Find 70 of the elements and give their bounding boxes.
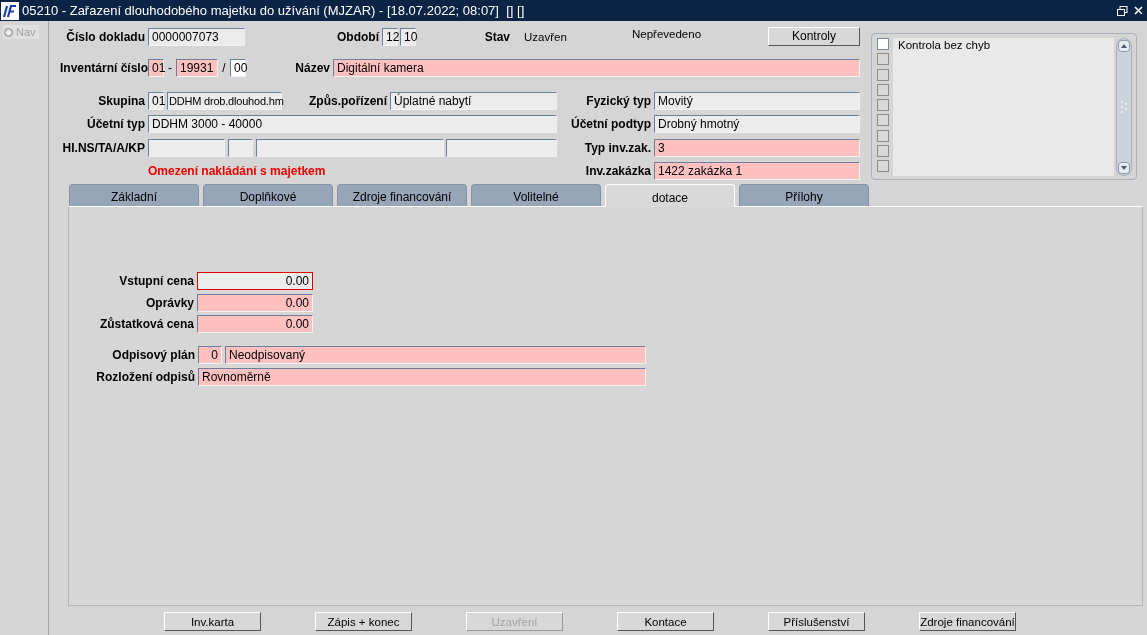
input-field[interactable]: 01 [148, 59, 164, 77]
field-label: Účetní podtyp [570, 117, 652, 131]
input-field[interactable]: 10 [400, 28, 416, 46]
tab[interactable]: Zdroje financování [337, 184, 467, 206]
input-field[interactable]: 0000007073 [148, 28, 245, 46]
input-field[interactable]: Rovnoměrně [198, 367, 646, 386]
field-label: Zůstatková cena [98, 317, 195, 331]
input-field[interactable] [256, 139, 444, 157]
grip-icon[interactable] [1120, 100, 1128, 114]
input-field[interactable]: 0 [198, 346, 222, 364]
check-label: Kontrola bez chyb [898, 39, 991, 51]
input-field[interactable]: Digitální kamera [333, 59, 860, 77]
input-field[interactable]: 1422 zakázka 1 [654, 162, 860, 180]
input-field[interactable]: DDHM 3000 - 40000 [148, 115, 557, 133]
input-field[interactable] [228, 139, 253, 157]
field-label: Účetní typ [86, 117, 146, 131]
field-label: Typ inv.zak. [583, 141, 652, 155]
field-label: Vstupní cena [118, 274, 195, 288]
logo-icon [1, 1, 19, 20]
field-label: Číslo dokladu [65, 30, 146, 44]
input-field[interactable]: DDHM drob.dlouhod.hm [167, 92, 282, 110]
input-field[interactable]: 19931 [176, 59, 218, 77]
restore-icon[interactable] [1117, 5, 1128, 16]
tab[interactable]: Přílohy [739, 184, 869, 206]
field-label: Inventární číslo [60, 61, 148, 75]
input-field[interactable]: 01 [148, 92, 164, 110]
tab[interactable]: dotace [605, 184, 735, 207]
field-label: Skupina [97, 94, 146, 108]
field-label: Období [336, 30, 380, 44]
input-field[interactable]: 0.00 [197, 315, 313, 333]
field-label: Způs.pořízení [308, 94, 388, 108]
scroll-up-icon[interactable] [1118, 40, 1130, 52]
field-label: HI.NS/TA/A/KP [61, 141, 146, 155]
action-button[interactable]: Zdroje financování [919, 612, 1016, 631]
action-button[interactable]: Příslušenství [768, 612, 865, 631]
input-field[interactable]: Úplatné nabytí [390, 92, 557, 110]
field-label: Fyzický typ [585, 94, 652, 108]
tab[interactable]: Doplňkové [203, 184, 333, 206]
field-label: Inv.zakázka [584, 164, 652, 178]
input-field[interactable]: 0.00 [197, 293, 313, 312]
window-title: 05210 - Zařazení dlouhodobého majetku do užívání (MJZAR) - [18.07.2022; 08:07] [] [] [22, 3, 525, 18]
input-field[interactable]: Neodpisovaný [225, 346, 646, 364]
scroll-down-icon[interactable] [1118, 162, 1130, 174]
separator-text: - [167, 61, 173, 75]
separator-text: / [221, 61, 227, 75]
check-button[interactable]: Kontroly [768, 26, 860, 46]
action-button[interactable]: Inv.karta [164, 612, 261, 631]
warning-text: Omezení nakládání s majetkem [148, 164, 327, 178]
status-value: Uzavřen [524, 31, 568, 43]
field-label: Rozložení odpisů [95, 369, 196, 384]
input-field[interactable]: Drobný hmotný [654, 115, 860, 133]
field-label: Název [294, 61, 331, 75]
input-field[interactable]: 3 [654, 139, 860, 157]
tab[interactable]: Základní [69, 184, 199, 206]
input-field[interactable]: 00 [230, 59, 246, 77]
action-button[interactable]: Kontace [617, 612, 714, 631]
field-label: Odpisový plán [111, 348, 196, 362]
field-label: Oprávky [144, 295, 195, 310]
action-button[interactable]: Zápis + konec [315, 612, 412, 631]
input-field[interactable]: Movitý [654, 92, 860, 110]
transfer-status: Nepřevedeno [632, 28, 703, 40]
scrollbar[interactable] [1116, 38, 1132, 176]
field-label: Stav [483, 30, 511, 44]
input-field[interactable] [446, 139, 557, 157]
tab[interactable]: Volitelné [471, 184, 601, 206]
close-icon[interactable] [1134, 6, 1143, 15]
checkbox[interactable] [877, 38, 889, 50]
input-field[interactable]: 0.00 [197, 272, 313, 290]
input-field[interactable] [148, 139, 225, 157]
input-field[interactable]: 12 [382, 28, 398, 46]
